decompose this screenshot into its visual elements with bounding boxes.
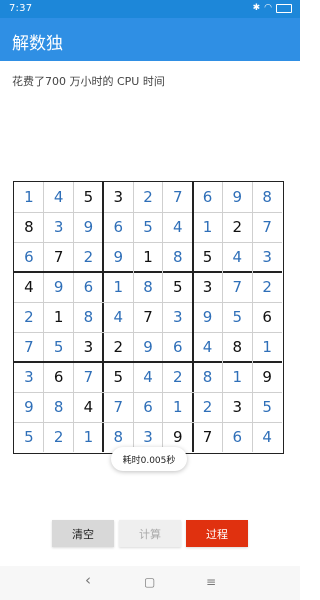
sudoku-cell[interactable]: 1 — [74, 422, 104, 452]
sudoku-cell[interactable]: 5 — [74, 182, 104, 212]
sudoku-cell[interactable]: 7 — [193, 422, 223, 452]
sudoku-cell[interactable]: 3 — [74, 332, 104, 362]
sudoku-cell[interactable]: 6 — [14, 242, 44, 272]
sudoku-cell[interactable]: 3 — [163, 302, 193, 332]
sudoku-cell[interactable]: 4 — [133, 362, 163, 392]
home-icon[interactable]: ▢ — [144, 575, 155, 589]
sudoku-cell[interactable]: 3 — [103, 182, 133, 212]
wifi-icon: ◠ — [264, 3, 272, 13]
sudoku-cell[interactable]: 7 — [74, 362, 104, 392]
sudoku-cell[interactable]: 6 — [44, 362, 74, 392]
sudoku-cell[interactable]: 2 — [252, 272, 282, 302]
sudoku-cell[interactable]: 9 — [14, 392, 44, 422]
back-icon[interactable]: ‹ — [85, 571, 91, 589]
sudoku-cell[interactable]: 7 — [133, 302, 163, 332]
sudoku-cell[interactable]: 8 — [133, 272, 163, 302]
sudoku-cell[interactable]: 1 — [133, 242, 163, 272]
sudoku-cell[interactable]: 9 — [222, 182, 252, 212]
menu-icon[interactable]: ≡ — [206, 575, 216, 589]
status-icons: ✱ ◠ — [253, 3, 292, 13]
bluetooth-icon: ✱ — [252, 3, 261, 13]
sudoku-cell[interactable]: 6 — [252, 302, 282, 332]
status-time: 7:37 — [9, 3, 33, 14]
sudoku-cell[interactable]: 7 — [44, 242, 74, 272]
sudoku-cell[interactable]: 7 — [14, 332, 44, 362]
sudoku-cell[interactable]: 2 — [74, 242, 104, 272]
sudoku-cell[interactable]: 2 — [133, 182, 163, 212]
sudoku-cell[interactable]: 1 — [103, 272, 133, 302]
sudoku-cell[interactable]: 1 — [14, 182, 44, 212]
sudoku-cell[interactable]: 8 — [193, 362, 223, 392]
sudoku-cell[interactable]: 9 — [193, 302, 223, 332]
app-bar: 解数独 — [0, 18, 300, 61]
process-button[interactable]: 过程 — [186, 520, 248, 547]
sudoku-cell[interactable]: 5 — [103, 362, 133, 392]
sudoku-cell[interactable]: 3 — [252, 242, 282, 272]
sudoku-cell[interactable]: 1 — [163, 392, 193, 422]
sudoku-cell[interactable]: 5 — [133, 212, 163, 242]
sudoku-cell[interactable]: 6 — [222, 422, 252, 452]
sudoku-grid: 1453276988396541276729185434961853722184… — [13, 181, 284, 454]
sudoku-cell[interactable]: 4 — [193, 332, 223, 362]
clear-button[interactable]: 清空 — [52, 520, 114, 547]
sudoku-cell[interactable]: 4 — [163, 212, 193, 242]
sudoku-cell[interactable]: 1 — [252, 332, 282, 362]
sudoku-cell[interactable]: 6 — [163, 332, 193, 362]
sudoku-cell[interactable]: 4 — [103, 302, 133, 332]
sudoku-cell[interactable]: 4 — [74, 392, 104, 422]
sudoku-cell[interactable]: 5 — [14, 422, 44, 452]
sudoku-cell[interactable]: 9 — [252, 362, 282, 392]
sudoku-cell[interactable]: 2 — [44, 422, 74, 452]
sudoku-cell[interactable]: 8 — [222, 332, 252, 362]
battery-icon — [276, 3, 292, 13]
sudoku-cell[interactable]: 7 — [222, 272, 252, 302]
sudoku-cell[interactable]: 3 — [193, 272, 223, 302]
navigation-bar: ‹ ▢ ≡ — [0, 566, 300, 600]
duration-toast: 耗时0.005秒 — [111, 447, 187, 471]
sudoku-cell[interactable]: 5 — [193, 242, 223, 272]
sudoku-cell[interactable]: 6 — [133, 392, 163, 422]
sudoku-cell[interactable]: 9 — [74, 212, 104, 242]
status-bar: 7:37 ✱ ◠ — [0, 0, 300, 18]
sudoku-cell[interactable]: 7 — [163, 182, 193, 212]
sudoku-cell[interactable]: 5 — [222, 302, 252, 332]
sudoku-cell[interactable]: 7 — [103, 392, 133, 422]
sudoku-cell[interactable]: 8 — [252, 182, 282, 212]
sudoku-cell[interactable]: 2 — [163, 362, 193, 392]
sudoku-cell[interactable]: 9 — [133, 332, 163, 362]
sudoku-cell[interactable]: 7 — [252, 212, 282, 242]
sudoku-cell[interactable]: 2 — [193, 392, 223, 422]
sudoku-cell[interactable]: 8 — [163, 242, 193, 272]
sudoku-cell[interactable]: 8 — [44, 392, 74, 422]
sudoku-cell[interactable]: 2 — [14, 302, 44, 332]
sudoku-cell[interactable]: 4 — [222, 242, 252, 272]
sudoku-cell[interactable]: 5 — [44, 332, 74, 362]
app-title: 解数独 — [12, 34, 63, 54]
sudoku-cell[interactable]: 9 — [103, 242, 133, 272]
sudoku-cell[interactable]: 9 — [44, 272, 74, 302]
sudoku-cell[interactable]: 4 — [252, 422, 282, 452]
sudoku-cell[interactable]: 6 — [103, 212, 133, 242]
sudoku-cell[interactable]: 6 — [193, 182, 223, 212]
sudoku-cell[interactable]: 2 — [103, 332, 133, 362]
sudoku-cell[interactable]: 5 — [163, 272, 193, 302]
sudoku-cell[interactable]: 2 — [222, 212, 252, 242]
sudoku-cell[interactable]: 1 — [193, 212, 223, 242]
sudoku-cell[interactable]: 4 — [14, 272, 44, 302]
sudoku-cell[interactable]: 6 — [74, 272, 104, 302]
sudoku-cell[interactable]: 3 — [222, 392, 252, 422]
sudoku-cell[interactable]: 5 — [252, 392, 282, 422]
sudoku-cell[interactable]: 1 — [44, 302, 74, 332]
sudoku-cell[interactable]: 8 — [74, 302, 104, 332]
cpu-time-text: 花费了700 万小时的 CPU 时间 — [12, 75, 165, 88]
sudoku-cell[interactable]: 4 — [44, 182, 74, 212]
sudoku-cell[interactable]: 1 — [222, 362, 252, 392]
calculate-button[interactable]: 计算 — [119, 520, 181, 547]
sudoku-cell[interactable]: 3 — [44, 212, 74, 242]
sudoku-cell[interactable]: 3 — [14, 362, 44, 392]
sudoku-cell[interactable]: 8 — [14, 212, 44, 242]
